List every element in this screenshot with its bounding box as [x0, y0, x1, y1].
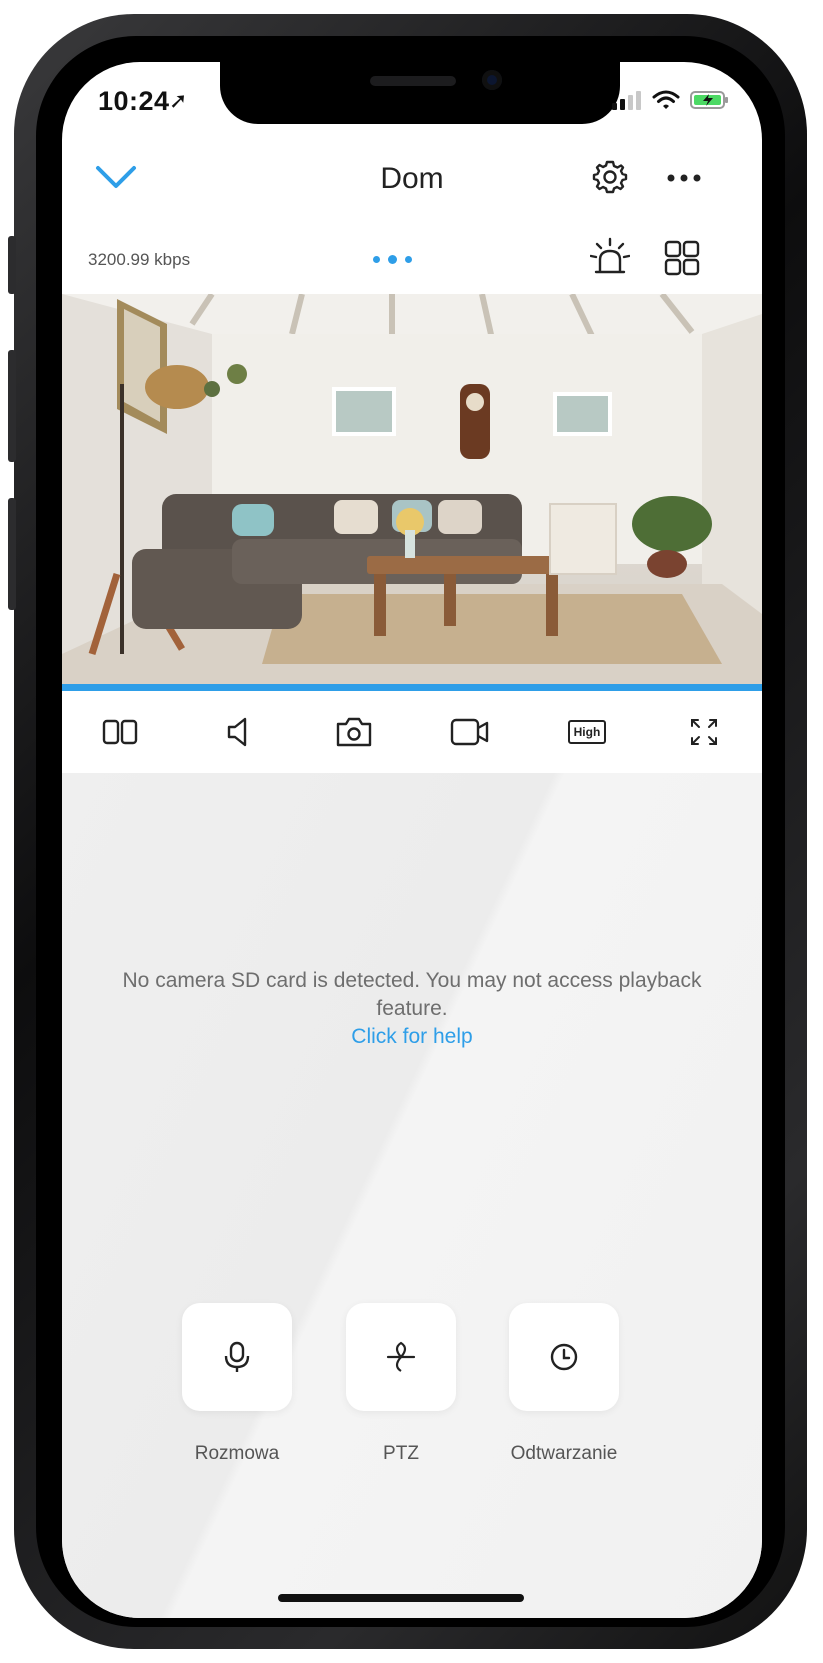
- wifi-icon: [652, 90, 680, 109]
- video-record-icon: [451, 718, 489, 746]
- ptz-icon: [386, 1341, 416, 1372]
- location-arrow-icon: ➚: [169, 88, 188, 113]
- record-button[interactable]: [444, 708, 496, 756]
- quality-label: High: [573, 725, 601, 739]
- help-link[interactable]: Click for help: [62, 1025, 762, 1049]
- page-dot: [373, 256, 380, 263]
- living-room-image: [62, 294, 762, 684]
- mute-switch: [8, 236, 16, 294]
- status-indicators: [612, 90, 730, 110]
- split-view-button[interactable]: [94, 708, 146, 756]
- bitrate-readout: 3200.99 kbps: [88, 250, 191, 269]
- front-camera: [482, 70, 502, 90]
- playback-label: Odtwarzanie: [510, 1443, 618, 1464]
- split-view-icon: [103, 719, 138, 745]
- quality-button[interactable]: High: [561, 708, 613, 756]
- clock-icon: [550, 1343, 578, 1371]
- page-indicator[interactable]: [373, 255, 412, 264]
- camera-live-feed[interactable]: [62, 294, 762, 684]
- talk-button[interactable]: [182, 1303, 292, 1411]
- speaker-icon: [227, 717, 247, 747]
- earpiece: [370, 76, 456, 86]
- quality-badge: High: [567, 720, 607, 744]
- signal-icon: [612, 91, 641, 110]
- volume-down-button: [8, 498, 16, 610]
- status-time: 10:24: [98, 86, 170, 116]
- sd-card-message: No camera SD card is detected. You may n…: [122, 969, 702, 1020]
- video-progress-bar: [62, 684, 762, 691]
- snapshot-button[interactable]: [328, 708, 380, 756]
- more-options-icon[interactable]: [666, 172, 702, 184]
- page-dot-active: [388, 255, 397, 264]
- fullscreen-icon: [690, 719, 717, 745]
- page-title: Dom: [380, 162, 444, 195]
- talk-label: Rozmowa: [194, 1443, 280, 1464]
- battery-charging-icon: [690, 91, 728, 109]
- playback-panel: No camera SD card is detected. You may n…: [62, 773, 762, 1618]
- ptz-label: PTZ: [383, 1443, 419, 1464]
- playback-button[interactable]: [509, 1303, 619, 1411]
- camera-icon: [336, 717, 371, 747]
- page-dot: [405, 256, 412, 263]
- fullscreen-button[interactable]: [678, 708, 730, 756]
- video-control-bar: High: [62, 691, 762, 773]
- app-screen: 10:24 ➚ Dom 3200.99 kbps High No camera …: [62, 62, 762, 1618]
- gear-icon[interactable]: [592, 159, 628, 195]
- microphone-icon: [224, 1341, 250, 1372]
- audio-toggle-button[interactable]: [211, 708, 263, 756]
- volume-up-button: [8, 350, 16, 462]
- ptz-button[interactable]: [346, 1303, 456, 1411]
- multi-view-grid-icon[interactable]: [664, 240, 700, 276]
- siren-alarm-icon[interactable]: [590, 237, 630, 277]
- home-indicator[interactable]: [278, 1594, 524, 1602]
- notch: [220, 62, 620, 124]
